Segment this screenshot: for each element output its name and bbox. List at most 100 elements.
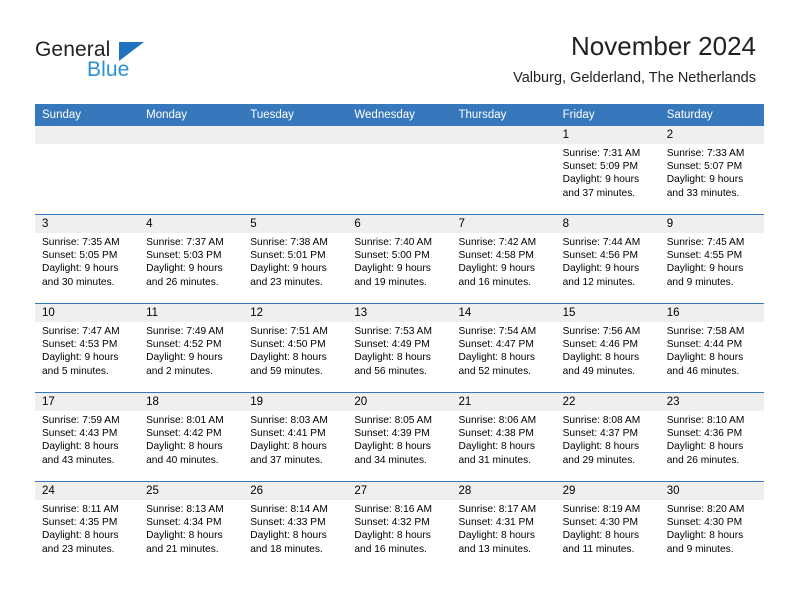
day-cell[interactable]: 24 Sunrise: 8:11 AM Sunset: 4:35 PM Dayligh… <box>35 482 140 570</box>
day-info: Sunrise: 7:45 AM Sunset: 4:55 PM Daylight:… <box>660 233 764 289</box>
daylight-text: Daylight: 9 hours and 26 minutes. <box>146 263 223 288</box>
day-cell[interactable]: 2 Sunrise: 7:33 AM Sunset: 5:07 PM Daylight… <box>659 126 764 214</box>
calendar-weeks: 1 Sunrise: 7:31 AM Sunset: 5:09 PM Daylight… <box>35 126 764 570</box>
sunrise-text: Sunrise: 8:14 AM <box>250 504 328 515</box>
sunset-text: Sunset: 4:30 PM <box>666 517 743 529</box>
day-cell[interactable]: 20 Sunrise: 8:05 AM Sunset: 4:39 PM Dayligh… <box>347 393 452 481</box>
day-number: 30 <box>659 482 764 500</box>
sunrise-text: Sunrise: 7:37 AM <box>146 237 224 248</box>
weekday-header-monday: Monday <box>146 109 188 121</box>
sunset-text: Sunset: 4:39 PM <box>354 428 430 440</box>
sunrise-text: Sunrise: 7:54 AM <box>458 326 537 337</box>
day-cell[interactable]: 17 Sunrise: 7:59 AM Sunset: 4:43 PM Dayligh… <box>35 393 140 481</box>
day-cell[interactable]: 16 Sunrise: 7:58 AM Sunset: 4:44 PM Dayligh… <box>659 304 764 392</box>
weekday-header-row: Sunday Monday Tuesday Wednesday Thursday… <box>35 104 764 126</box>
day-cell[interactable]: 6 Sunrise: 7:40 AM Sunset: 5:00 PM Daylight… <box>347 215 452 303</box>
day-cell[interactable]: 1 Sunrise: 7:31 AM Sunset: 5:09 PM Daylight… <box>555 126 660 214</box>
day-cell[interactable]: 30 Sunrise: 8:20 AM Sunset: 4:30 PM Dayligh… <box>659 482 764 570</box>
day-cell[interactable]: 5 Sunrise: 7:38 AM Sunset: 5:01 PM Daylight… <box>243 215 348 303</box>
day-cell[interactable]: 19 Sunrise: 8:03 AM Sunset: 4:41 PM Dayligh… <box>243 393 348 481</box>
day-cell[interactable]: 29 Sunrise: 8:19 AM Sunset: 4:30 PM Dayligh… <box>555 482 660 570</box>
sunset-text: Sunset: 4:38 PM <box>458 428 534 440</box>
sunset-text: Sunset: 4:34 PM <box>146 517 222 529</box>
day-cell[interactable]: 10 Sunrise: 7:47 AM Sunset: 4:53 PM Dayligh… <box>35 304 140 392</box>
daylight-text: Daylight: 9 hours and 37 minutes. <box>562 174 640 199</box>
day-number: 6 <box>347 215 452 233</box>
daylight-text: Daylight: 8 hours and 49 minutes. <box>562 352 640 377</box>
daylight-text: Daylight: 9 hours and 23 minutes. <box>250 263 327 288</box>
weekday-header-wednesday: Wednesday <box>354 109 415 121</box>
sunset-text: Sunset: 4:41 PM <box>250 428 326 440</box>
day-cell-empty <box>347 126 452 214</box>
calendar-page: General Blue November 2024 Valburg, Geld… <box>0 0 792 612</box>
day-number: 1 <box>555 126 660 144</box>
day-cell[interactable]: 28 Sunrise: 8:17 AM Sunset: 4:31 PM Dayligh… <box>451 482 556 570</box>
day-info: Sunrise: 8:20 AM Sunset: 4:30 PM Daylight:… <box>660 500 764 556</box>
day-info: Sunrise: 7:54 AM Sunset: 4:47 PM Daylight:… <box>452 322 556 378</box>
daylight-text: Daylight: 8 hours and 26 minutes. <box>666 441 744 466</box>
day-number: 5 <box>243 215 348 233</box>
daylight-text: Daylight: 8 hours and 43 minutes. <box>42 441 119 466</box>
day-cell[interactable]: 7 Sunrise: 7:42 AM Sunset: 4:58 PM Daylight… <box>451 215 556 303</box>
sunrise-text: Sunrise: 7:31 AM <box>562 148 641 159</box>
weekday-header-sunday: Sunday <box>42 109 82 121</box>
day-cell[interactable]: 12 Sunrise: 7:51 AM Sunset: 4:50 PM Dayligh… <box>243 304 348 392</box>
day-info: Sunrise: 8:08 AM Sunset: 4:37 PM Daylight:… <box>556 411 660 467</box>
sunset-text: Sunset: 5:07 PM <box>666 161 743 173</box>
day-cell[interactable]: 8 Sunrise: 7:44 AM Sunset: 4:56 PM Daylight… <box>555 215 660 303</box>
day-cell[interactable]: 18 Sunrise: 8:01 AM Sunset: 4:42 PM Dayligh… <box>139 393 244 481</box>
sunrise-text: Sunrise: 7:45 AM <box>666 237 745 248</box>
day-number: 21 <box>451 393 556 411</box>
day-cell[interactable]: 9 Sunrise: 7:45 AM Sunset: 4:55 PM Daylight… <box>659 215 764 303</box>
day-info: Sunrise: 7:59 AM Sunset: 4:43 PM Daylight:… <box>35 411 139 467</box>
daylight-text: Daylight: 8 hours and 34 minutes. <box>354 441 431 466</box>
sunset-text: Sunset: 4:58 PM <box>458 250 534 262</box>
sunrise-text: Sunrise: 8:03 AM <box>250 415 328 426</box>
sunset-text: Sunset: 4:47 PM <box>458 339 534 351</box>
day-cell[interactable]: 15 Sunrise: 7:56 AM Sunset: 4:46 PM Dayligh… <box>555 304 660 392</box>
sunrise-text: Sunrise: 7:51 AM <box>250 326 328 337</box>
day-number <box>243 126 348 144</box>
daylight-text: Daylight: 8 hours and 46 minutes. <box>666 352 744 377</box>
day-cell[interactable]: 4 Sunrise: 7:37 AM Sunset: 5:03 PM Daylight… <box>139 215 244 303</box>
day-cell[interactable]: 11 Sunrise: 7:49 AM Sunset: 4:52 PM Dayligh… <box>139 304 244 392</box>
sunset-text: Sunset: 4:31 PM <box>458 517 534 529</box>
day-cell[interactable]: 26 Sunrise: 8:14 AM Sunset: 4:33 PM Dayligh… <box>243 482 348 570</box>
sunrise-text: Sunrise: 8:17 AM <box>458 504 537 515</box>
sunset-text: Sunset: 4:46 PM <box>562 339 638 351</box>
day-number: 29 <box>555 482 660 500</box>
sunrise-text: Sunrise: 8:13 AM <box>146 504 224 515</box>
day-info: Sunrise: 8:10 AM Sunset: 4:36 PM Daylight:… <box>660 411 764 467</box>
day-cell[interactable]: 27 Sunrise: 8:16 AM Sunset: 4:32 PM Dayligh… <box>347 482 452 570</box>
daylight-text: Daylight: 8 hours and 29 minutes. <box>562 441 640 466</box>
sunset-text: Sunset: 4:53 PM <box>42 339 118 351</box>
day-number: 2 <box>659 126 764 144</box>
sunset-text: Sunset: 4:37 PM <box>562 428 638 440</box>
sunset-text: Sunset: 4:43 PM <box>42 428 118 440</box>
daylight-text: Daylight: 9 hours and 9 minutes. <box>666 263 744 288</box>
day-cell[interactable]: 21 Sunrise: 8:06 AM Sunset: 4:38 PM Dayligh… <box>451 393 556 481</box>
day-info: Sunrise: 7:56 AM Sunset: 4:46 PM Daylight:… <box>556 322 660 378</box>
daylight-text: Daylight: 8 hours and 52 minutes. <box>458 352 535 377</box>
daylight-text: Daylight: 8 hours and 37 minutes. <box>250 441 327 466</box>
daylight-text: Daylight: 9 hours and 5 minutes. <box>42 352 119 377</box>
day-number: 4 <box>139 215 244 233</box>
day-cell[interactable]: 22 Sunrise: 8:08 AM Sunset: 4:37 PM Dayligh… <box>555 393 660 481</box>
day-cell[interactable]: 3 Sunrise: 7:35 AM Sunset: 5:05 PM Daylight… <box>35 215 140 303</box>
brand-logo[interactable]: General Blue <box>35 38 265 90</box>
day-cell[interactable]: 13 Sunrise: 7:53 AM Sunset: 4:49 PM Dayligh… <box>347 304 452 392</box>
day-info: Sunrise: 7:40 AM Sunset: 5:00 PM Daylight:… <box>347 233 451 289</box>
day-info: Sunrise: 7:38 AM Sunset: 5:01 PM Daylight:… <box>243 233 347 289</box>
sunset-text: Sunset: 4:49 PM <box>354 339 430 351</box>
daylight-text: Daylight: 8 hours and 56 minutes. <box>354 352 431 377</box>
day-cell[interactable]: 25 Sunrise: 8:13 AM Sunset: 4:34 PM Dayligh… <box>139 482 244 570</box>
daylight-text: Daylight: 8 hours and 9 minutes. <box>666 530 744 555</box>
sunset-text: Sunset: 4:33 PM <box>250 517 326 529</box>
day-number: 22 <box>555 393 660 411</box>
day-cell[interactable]: 23 Sunrise: 8:10 AM Sunset: 4:36 PM Dayligh… <box>659 393 764 481</box>
day-number: 14 <box>451 304 556 322</box>
day-cell[interactable]: 14 Sunrise: 7:54 AM Sunset: 4:47 PM Dayligh… <box>451 304 556 392</box>
sunrise-text: Sunrise: 7:35 AM <box>42 237 120 248</box>
day-info: Sunrise: 7:58 AM Sunset: 4:44 PM Daylight:… <box>660 322 764 378</box>
calendar-week-row: 3 Sunrise: 7:35 AM Sunset: 5:05 PM Daylight… <box>35 214 764 303</box>
